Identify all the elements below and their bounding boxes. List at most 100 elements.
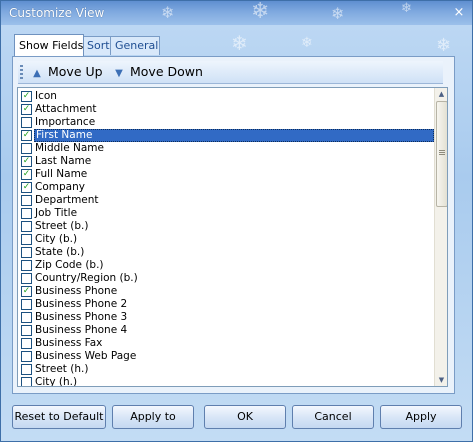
field-row[interactable]: City (b.) <box>18 233 434 246</box>
fields-list[interactable]: ✓ Icon ✓ Attachment Importance ✓ First Name Mid… <box>17 87 448 387</box>
customize-view-window: Customize View ❄ ❄ ❄ ❄ × ❄ ❄ ❄ Show Fiel… <box>0 0 473 442</box>
tab-show-fields[interactable]: Show Fields <box>14 34 84 56</box>
field-label: First Name <box>34 129 434 142</box>
field-label: Middle Name <box>35 142 104 154</box>
field-label: Country/Region (b.) <box>35 272 138 284</box>
field-checkbox[interactable] <box>21 260 32 271</box>
field-checkbox[interactable] <box>21 117 32 128</box>
arrow-up-icon: ▲ <box>33 68 41 79</box>
tab-sort[interactable]: Sort <box>82 36 112 55</box>
field-row[interactable]: Business Web Page <box>18 350 434 363</box>
field-checkbox[interactable] <box>21 377 32 386</box>
field-row[interactable]: Zip Code (b.) <box>18 259 434 272</box>
snowflake-icon: ❄ <box>401 1 412 16</box>
field-checkbox[interactable]: ✓ <box>21 286 32 297</box>
field-row[interactable]: Street (b.) <box>18 220 434 233</box>
field-checkbox[interactable] <box>21 234 32 245</box>
field-checkbox[interactable] <box>21 364 32 375</box>
field-row[interactable]: Business Phone 4 <box>18 324 434 337</box>
close-icon[interactable]: × <box>452 6 466 20</box>
field-row[interactable]: Country/Region (b.) <box>18 272 434 285</box>
field-row[interactable]: ✓ Attachment <box>18 103 434 116</box>
field-checkbox[interactable] <box>21 143 32 154</box>
field-label: Company <box>35 181 85 193</box>
field-label: Business Fax <box>35 337 103 349</box>
field-label: City (h.) <box>35 376 78 387</box>
move-up-label: Move Up <box>47 64 103 79</box>
field-label: Importance <box>35 116 96 128</box>
field-row[interactable]: ✓ First Name <box>18 129 434 142</box>
field-row[interactable]: ✓ Full Name <box>18 168 434 181</box>
apply-to-button[interactable]: Apply to <box>112 405 194 429</box>
field-checkbox[interactable]: ✓ <box>21 169 32 180</box>
move-down-button[interactable]: ▼ Move Down <box>112 63 203 81</box>
scroll-up-icon[interactable]: ▲ <box>435 88 447 100</box>
field-row[interactable]: ✓ Company <box>18 181 434 194</box>
field-checkbox[interactable]: ✓ <box>21 156 32 167</box>
field-label: Last Name <box>35 155 92 167</box>
field-label: Street (b.) <box>35 220 89 232</box>
snowflake-icon: ❄ <box>331 4 345 23</box>
field-checkbox[interactable] <box>21 247 32 258</box>
toolbar-grip[interactable] <box>20 65 23 80</box>
field-label: Full Name <box>35 168 88 180</box>
field-checkbox[interactable] <box>21 273 32 284</box>
snowflake-icon: ❄ <box>231 31 248 55</box>
arrow-down-icon: ▼ <box>115 68 123 79</box>
field-checkbox[interactable] <box>21 351 32 362</box>
field-row[interactable]: Department <box>18 194 434 207</box>
field-row[interactable]: Importance <box>18 116 434 129</box>
field-row[interactable]: ✓ Business Phone <box>18 285 434 298</box>
field-checkbox[interactable] <box>21 325 32 336</box>
field-row[interactable]: State (b.) <box>18 246 434 259</box>
field-label: State (b.) <box>35 246 85 258</box>
field-checkbox[interactable] <box>21 312 32 323</box>
field-checkbox[interactable] <box>21 299 32 310</box>
window-title: Customize View <box>9 6 105 20</box>
field-row[interactable]: Business Phone 2 <box>18 298 434 311</box>
ok-button[interactable]: OK <box>204 405 286 429</box>
field-label: Job Title <box>35 207 78 219</box>
field-row[interactable]: Street (h.) <box>18 363 434 376</box>
field-checkbox[interactable] <box>21 195 32 206</box>
field-checkbox[interactable] <box>21 221 32 232</box>
scrollbar-thumb[interactable] <box>436 101 447 207</box>
vertical-scrollbar[interactable]: ▲ ▼ <box>434 88 447 386</box>
field-label: Zip Code (b.) <box>35 259 104 271</box>
apply-label: Apply <box>405 410 437 423</box>
move-up-button[interactable]: ▲ Move Up <box>30 63 103 81</box>
field-label: Street (h.) <box>35 363 89 375</box>
field-label: Business Phone 4 <box>35 324 128 336</box>
ok-label: OK <box>237 410 253 423</box>
move-down-label: Move Down <box>129 64 203 79</box>
snowflake-icon: ❄ <box>436 35 452 56</box>
tab-general[interactable]: General <box>110 36 160 55</box>
snowflake-icon: ❄ <box>251 0 270 24</box>
field-checkbox[interactable]: ✓ <box>21 130 32 141</box>
reset-label: Reset to Default <box>14 410 104 423</box>
field-checkbox[interactable]: ✓ <box>21 182 32 193</box>
field-row[interactable]: Job Title <box>18 207 434 220</box>
snowflake-icon: ❄ <box>301 35 313 51</box>
field-row[interactable]: Business Fax <box>18 337 434 350</box>
field-label: Business Phone 2 <box>35 298 128 310</box>
field-checkbox[interactable]: ✓ <box>21 104 32 115</box>
field-label: Business Phone 3 <box>35 311 128 323</box>
field-row[interactable]: ✓ Last Name <box>18 155 434 168</box>
field-checkbox[interactable]: ✓ <box>21 91 32 102</box>
reset-to-default-button[interactable]: Reset to Default <box>12 405 106 429</box>
field-checkbox[interactable] <box>21 208 32 219</box>
field-label: Business Web Page <box>35 350 137 362</box>
apply-button[interactable]: Apply <box>380 405 462 429</box>
field-label: Attachment <box>35 103 97 115</box>
field-row[interactable]: City (h.) <box>18 376 434 387</box>
field-label: Business Phone <box>35 285 118 297</box>
field-row[interactable]: ✓ Icon <box>18 90 434 103</box>
title-bar[interactable]: Customize View ❄ ❄ ❄ ❄ × <box>1 0 472 25</box>
field-checkbox[interactable] <box>21 338 32 349</box>
field-row[interactable]: Middle Name <box>18 142 434 155</box>
scroll-down-icon[interactable]: ▼ <box>435 374 447 386</box>
cancel-button[interactable]: Cancel <box>292 405 374 429</box>
field-row[interactable]: Business Phone 3 <box>18 311 434 324</box>
apply-to-label: Apply to <box>130 410 176 423</box>
